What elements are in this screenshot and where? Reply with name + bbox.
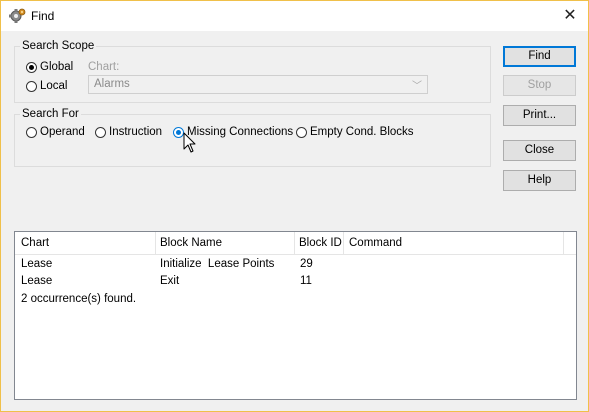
cell-block-name: Exit — [160, 275, 180, 287]
radio-instruction-label: Instruction — [109, 126, 163, 138]
results-list[interactable]: Chart Block Name Block ID Command Lease … — [14, 231, 577, 400]
radio-empty-cond-blocks-label: Empty Cond. Blocks — [310, 126, 414, 138]
radio-global-indicator[interactable] — [26, 61, 37, 73]
cell-block-id: 29 — [300, 258, 313, 270]
column-divider[interactable] — [294, 232, 295, 254]
radio-local[interactable]: Local — [26, 80, 68, 92]
close-icon[interactable]: ✕ — [560, 6, 580, 26]
mouse-cursor-icon — [183, 132, 197, 154]
column-header-block-id[interactable]: Block ID — [299, 237, 342, 249]
radio-global-label: Global — [40, 61, 74, 73]
dialog-title: Find — [31, 9, 55, 23]
find-button[interactable]: Find — [503, 46, 576, 67]
column-header-chart[interactable]: Chart — [21, 237, 49, 249]
title-bar: Find ✕ — [1, 1, 588, 31]
radio-instruction[interactable]: Instruction — [95, 126, 162, 138]
radio-instruction-indicator[interactable] — [95, 126, 106, 138]
radio-global[interactable]: Global — [26, 61, 73, 73]
search-scope-label: Search Scope — [20, 40, 97, 52]
radio-missing-connections-label: Missing Connections — [187, 126, 294, 138]
radio-local-indicator[interactable] — [26, 80, 37, 92]
cell-chart: Lease — [21, 275, 53, 287]
gear-find-icon — [9, 7, 27, 25]
stop-button[interactable]: Stop — [503, 75, 576, 96]
cell-block-id: 11 — [300, 275, 312, 287]
cell-chart: Lease — [21, 258, 53, 270]
close-button[interactable]: Close — [503, 140, 576, 161]
cell-block-name: Initialize Lease Points — [160, 258, 275, 270]
radio-operand-indicator[interactable] — [26, 126, 37, 138]
chart-dropdown-value: Alarms — [94, 78, 130, 90]
results-header: Chart Block Name Block ID Command — [15, 232, 576, 255]
radio-operand[interactable]: Operand — [26, 126, 85, 138]
column-header-command[interactable]: Command — [349, 237, 402, 249]
chart-label: Chart: — [88, 61, 120, 73]
radio-empty-cond-blocks-indicator[interactable] — [296, 126, 307, 138]
search-for-group — [14, 114, 491, 167]
help-button[interactable]: Help — [503, 170, 576, 191]
column-divider[interactable] — [563, 232, 564, 254]
print-button[interactable]: Print... — [503, 105, 576, 126]
find-dialog: Find ✕ Search Scope Global Local Chart: … — [0, 0, 589, 412]
column-divider[interactable] — [155, 232, 156, 254]
search-for-label: Search For — [20, 108, 81, 120]
chevron-down-icon: ﹀ — [412, 81, 422, 92]
chart-dropdown[interactable]: Alarms ﹀ — [88, 75, 428, 94]
column-header-block-name[interactable]: Block Name — [160, 237, 222, 249]
radio-operand-label: Operand — [40, 126, 85, 138]
radio-empty-cond-blocks[interactable]: Empty Cond. Blocks — [296, 126, 414, 138]
column-divider[interactable] — [343, 232, 344, 254]
radio-local-label: Local — [40, 80, 68, 92]
results-summary: 2 occurrence(s) found. — [21, 293, 137, 305]
